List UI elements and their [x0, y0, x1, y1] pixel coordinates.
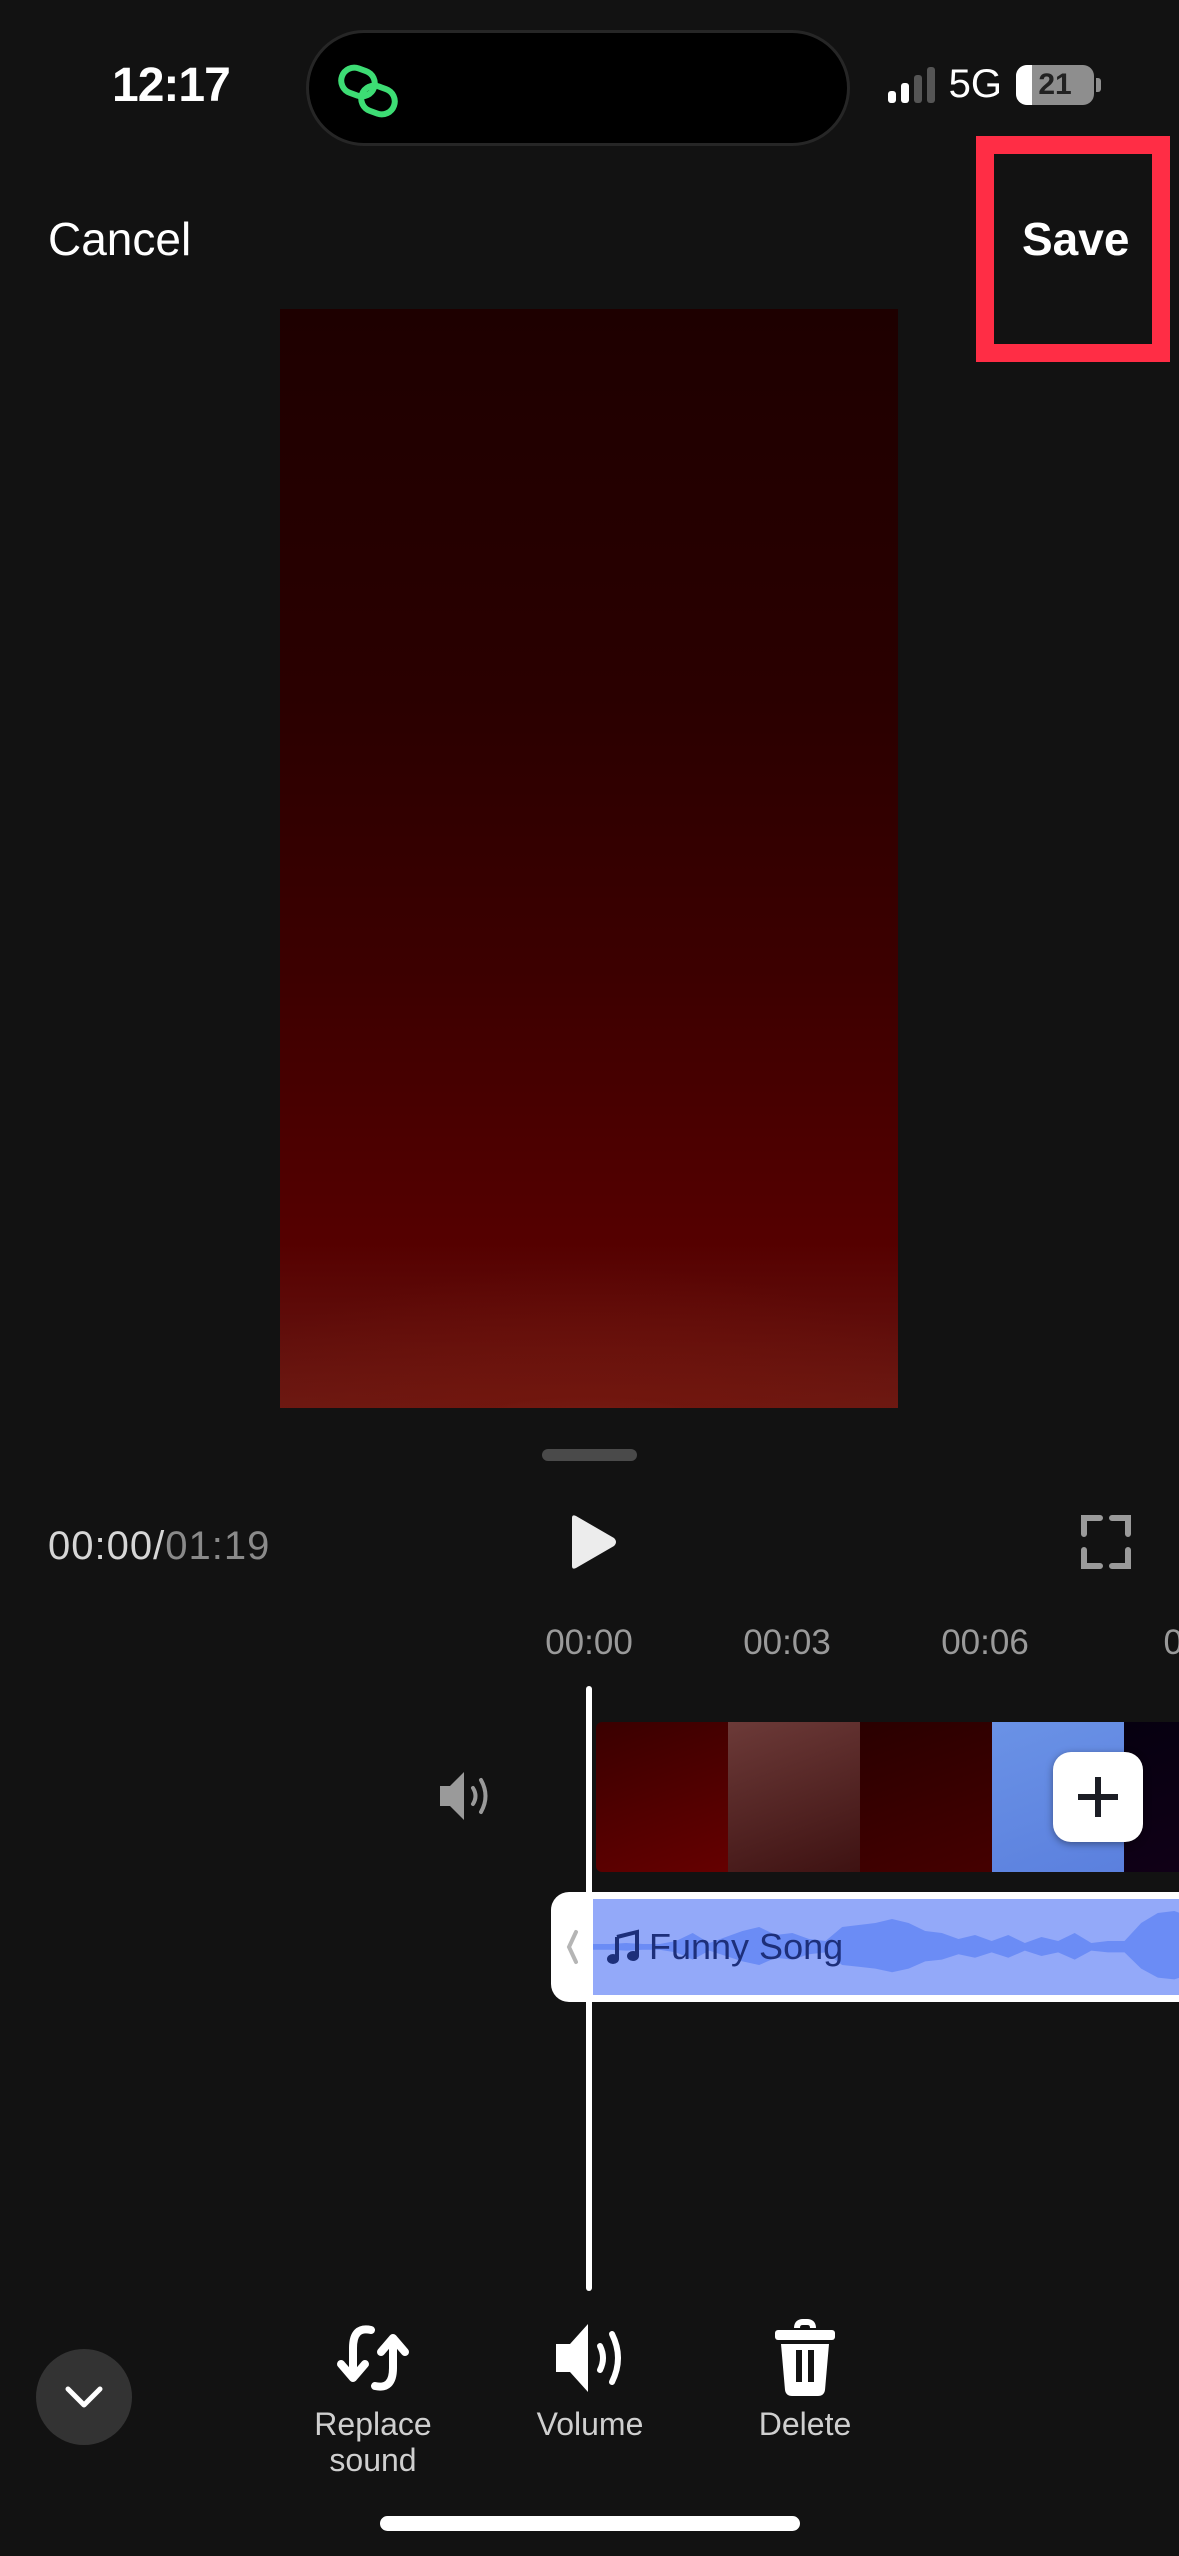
status-indicators: 5G 21 — [887, 62, 1101, 107]
battery-percent: 21 — [1038, 67, 1072, 101]
ruler-label: 00:03 — [743, 1623, 831, 1662]
chevron-left-icon — [566, 1930, 578, 1964]
speaker-icon — [440, 1772, 488, 1820]
audio-clip-label: Funny Song — [607, 1899, 843, 1995]
volume-button[interactable]: Volume — [505, 2318, 675, 2442]
delete-label: Delete — [758, 2406, 852, 2442]
playhead[interactable] — [586, 1686, 592, 2291]
link-rings-icon — [338, 64, 398, 118]
fullscreen-icon — [1081, 1515, 1131, 1569]
save-button[interactable]: Save — [1022, 212, 1129, 266]
replace-sound-button[interactable]: Replace sound — [288, 2318, 458, 2478]
cellular-signal-icon — [887, 66, 935, 103]
volume-label: Volume — [536, 2406, 644, 2442]
chevron-down-icon — [65, 2386, 103, 2408]
video-preview[interactable] — [280, 309, 898, 1408]
trash-icon — [775, 2319, 835, 2396]
time-readout: 00:00/01:19 — [48, 1524, 270, 1569]
video-frame — [596, 1722, 728, 1872]
cancel-button[interactable]: Cancel — [48, 212, 191, 266]
total-time: 01:19 — [165, 1524, 271, 1568]
time-separator: / — [153, 1524, 166, 1568]
video-frame — [728, 1722, 860, 1872]
ruler-label: 00:06 — [941, 1623, 1029, 1662]
status-time: 12:17 — [112, 59, 231, 112]
play-icon — [572, 1515, 616, 1569]
plus-icon — [1078, 1777, 1118, 1817]
current-time: 00:00 — [48, 1524, 154, 1568]
ruler-label: 00 — [1163, 1623, 1179, 1662]
audio-clip[interactable]: Funny Song — [551, 1892, 1179, 2002]
fullscreen-button[interactable] — [1080, 1514, 1132, 1570]
audio-clip-body: Funny Song — [593, 1899, 1179, 1995]
audio-clip-title: Funny Song — [649, 1926, 844, 1967]
video-frame — [860, 1722, 992, 1872]
track-volume-button[interactable] — [436, 1768, 494, 1824]
ruler-label: 00:00 — [545, 1623, 633, 1662]
battery-icon: 21 — [1016, 64, 1094, 105]
music-note-icon — [607, 1929, 639, 1964]
add-clip-button[interactable] — [1053, 1752, 1143, 1842]
volume-icon — [556, 2324, 621, 2392]
panel-drag-handle[interactable] — [542, 1449, 637, 1461]
battery-nub — [1096, 77, 1101, 92]
network-type: 5G — [948, 62, 1002, 106]
replace-sound-icon — [337, 2325, 409, 2391]
delete-button[interactable]: Delete — [720, 2318, 890, 2442]
dynamic-island — [306, 30, 850, 146]
collapse-button[interactable] — [36, 2349, 132, 2445]
play-button[interactable] — [566, 1512, 618, 1572]
replace-sound-label: Replace sound — [314, 2406, 432, 2478]
home-indicator[interactable] — [380, 2516, 800, 2531]
